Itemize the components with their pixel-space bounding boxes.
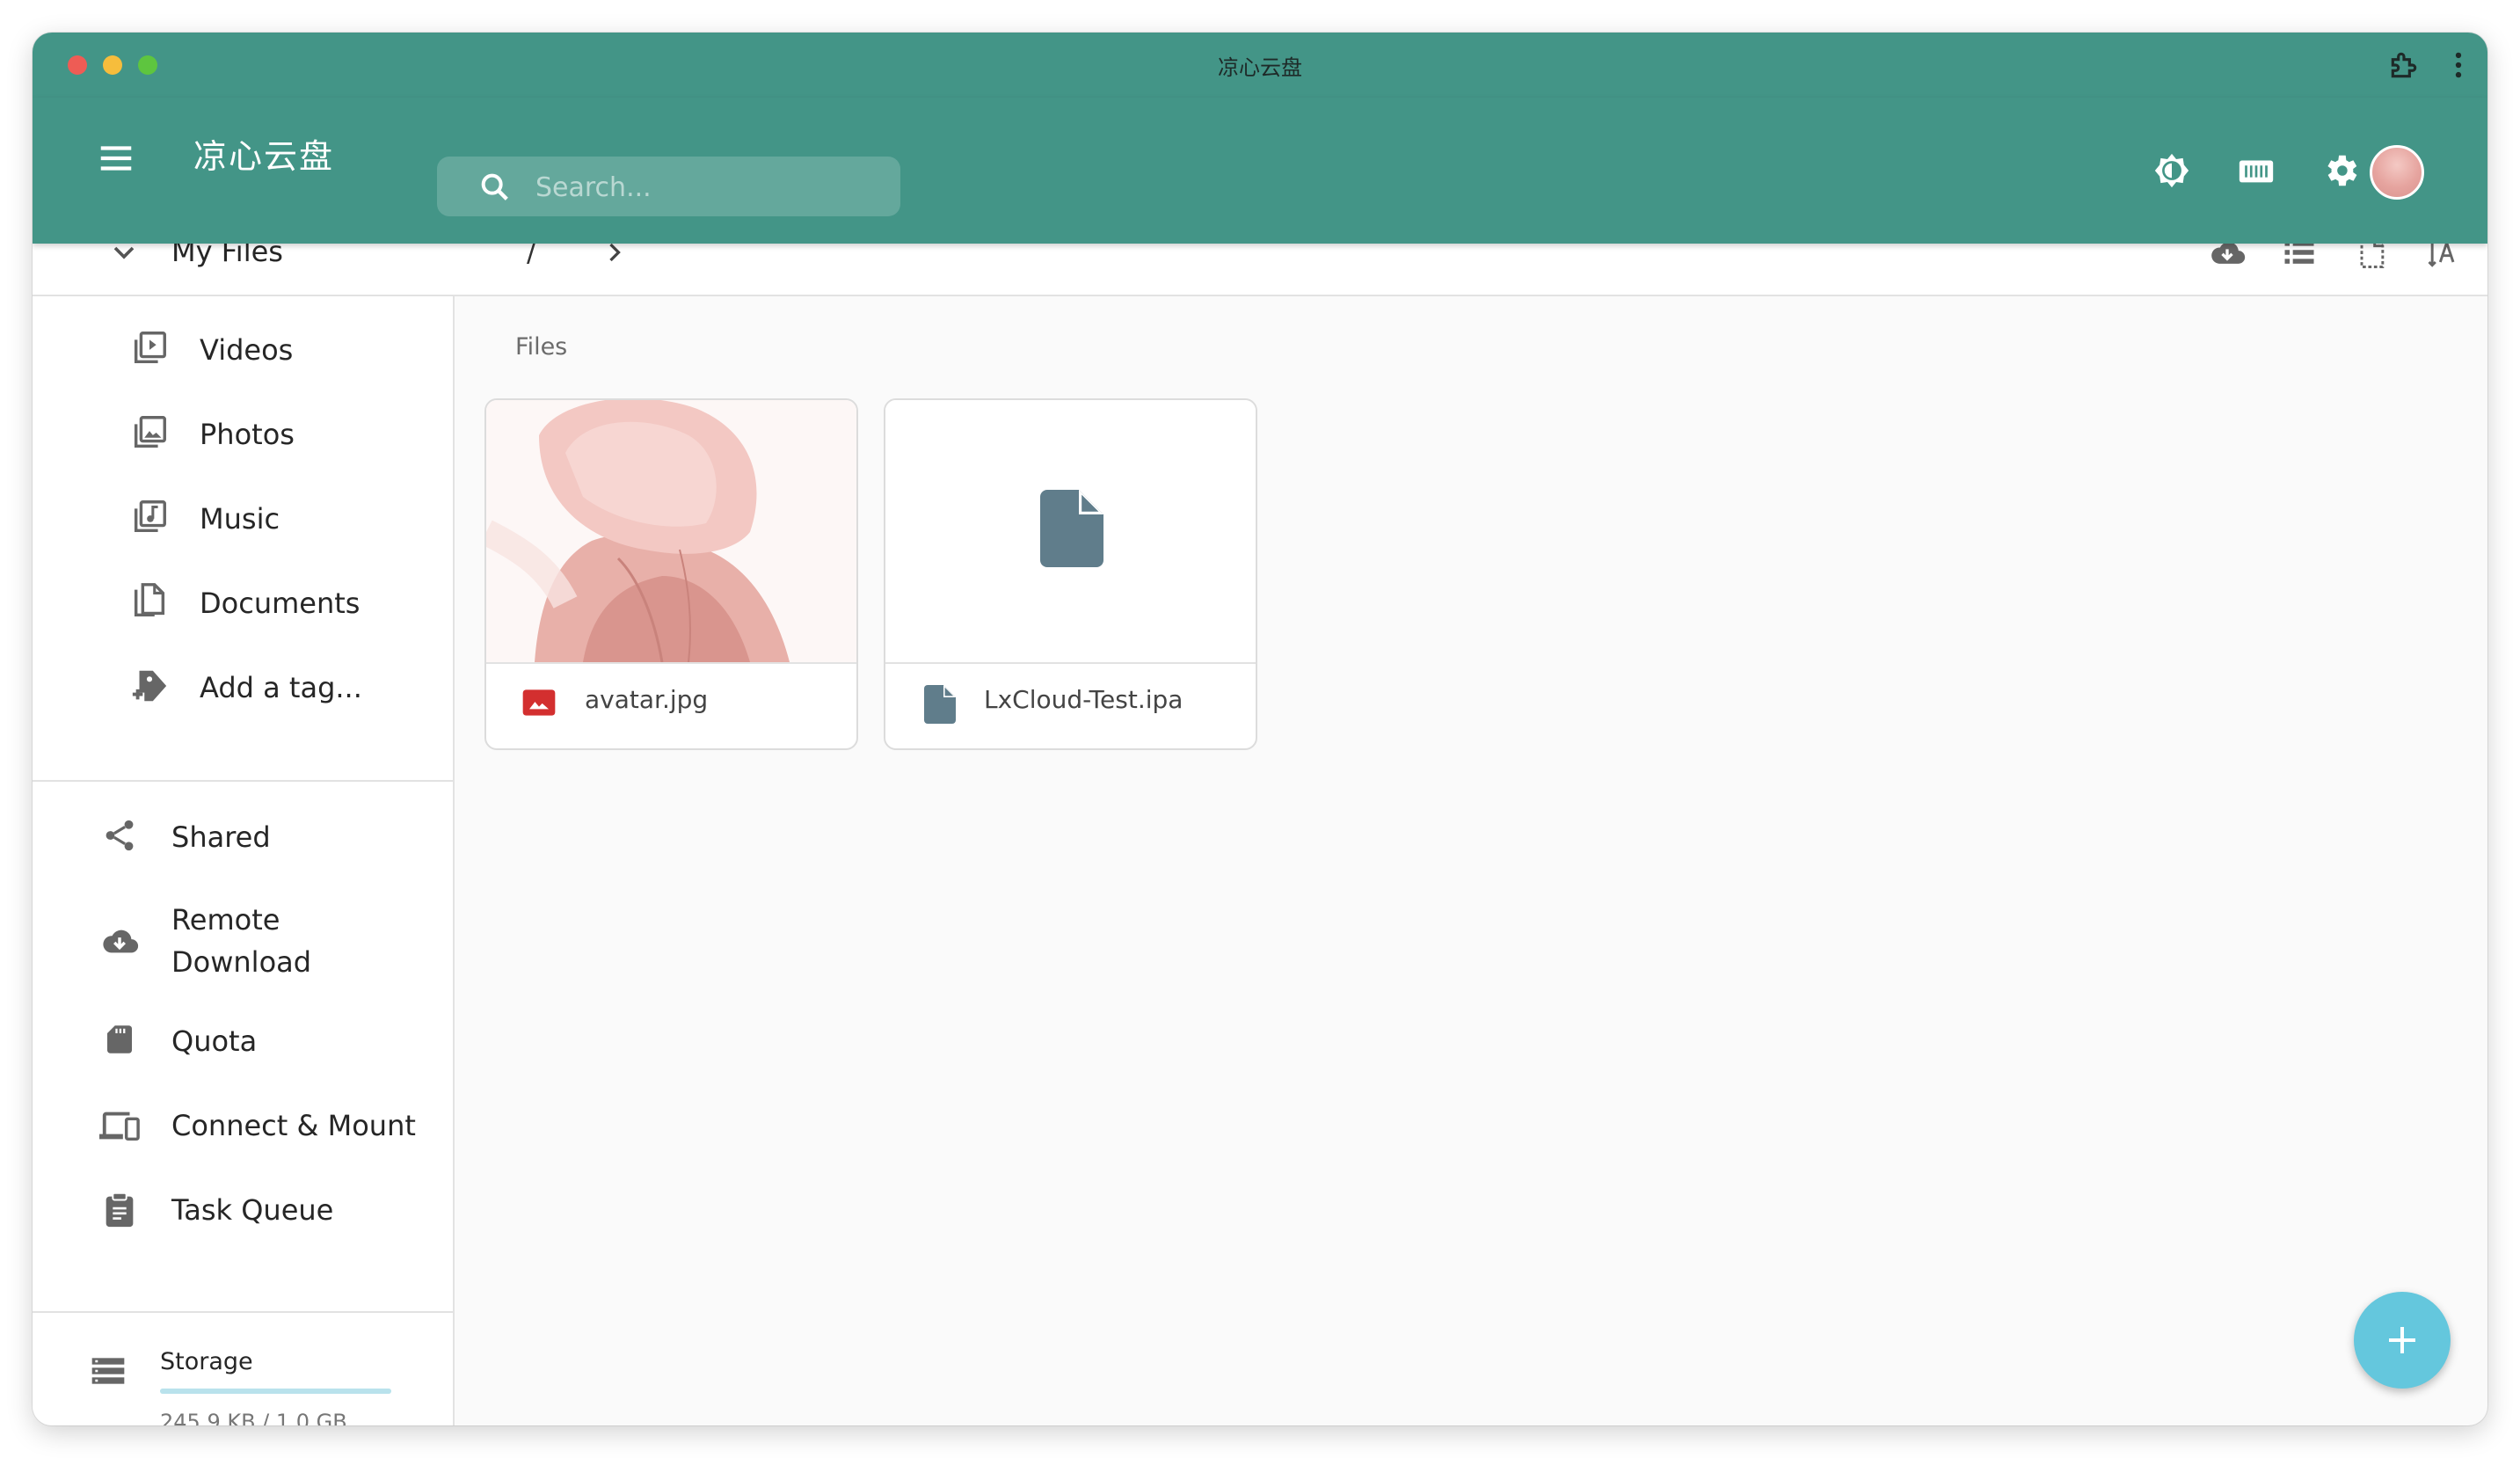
video-library-icon bbox=[134, 332, 166, 364]
app-window: 凉心云盘 凉心云盘 Search... My Files Videos Phot… bbox=[33, 33, 2487, 1425]
section-label: Files bbox=[515, 333, 568, 361]
sidebar-item-connect-mount[interactable]: Connect & Mount bbox=[33, 1091, 453, 1162]
sidebar-divider bbox=[33, 780, 453, 782]
storage-icon bbox=[91, 1358, 125, 1384]
sidebar-item-add-tag[interactable]: Add a tag... bbox=[33, 653, 453, 724]
sidebar-item-label: Connect & Mount bbox=[171, 1109, 416, 1142]
image-file-icon bbox=[522, 689, 556, 716]
file-card-ipa[interactable]: LxCloud-Test.ipa bbox=[884, 398, 1257, 750]
storage-panel[interactable]: Storage 245.9 KB / 1.0 GB bbox=[33, 1346, 453, 1425]
add-fab-button[interactable] bbox=[2354, 1292, 2451, 1389]
search-input[interactable] bbox=[534, 167, 871, 208]
music-library-icon bbox=[134, 500, 166, 533]
brightness-icon[interactable] bbox=[2152, 150, 2192, 191]
app-title: 凉心云盘 bbox=[193, 137, 335, 176]
file-card-avatar[interactable]: avatar.jpg bbox=[484, 398, 858, 750]
storage-progress-fill bbox=[160, 1389, 391, 1394]
storage-progress-bar bbox=[160, 1389, 391, 1394]
photo-library-icon bbox=[134, 416, 166, 448]
sidebar-item-music[interactable]: Music bbox=[33, 485, 453, 555]
clipboard-icon bbox=[106, 1192, 134, 1228]
user-avatar[interactable] bbox=[2370, 145, 2424, 200]
sidebar-divider bbox=[33, 295, 453, 296]
sidebar-item-label: Task Queue bbox=[171, 1193, 334, 1227]
storage-usage: 245.9 KB / 1.0 GB bbox=[160, 1410, 347, 1425]
card-divider bbox=[885, 662, 1256, 664]
search-box[interactable] bbox=[437, 157, 900, 216]
settings-gear-icon[interactable] bbox=[2320, 150, 2361, 191]
sidebar-item-label-line1: Remote bbox=[171, 903, 280, 937]
add-tag-icon bbox=[132, 670, 167, 702]
file-thumbnail bbox=[885, 400, 1256, 662]
sidebar-item-shared[interactable]: Shared bbox=[33, 803, 453, 873]
title-bar: 凉心云盘 bbox=[33, 33, 2487, 98]
sidebar-item-task-queue[interactable]: Task Queue bbox=[33, 1176, 453, 1246]
window-title: 凉心云盘 bbox=[1218, 55, 1302, 80]
sidebar-item-label: Shared bbox=[171, 820, 271, 854]
sidebar-item-label-line2: Download bbox=[171, 945, 312, 979]
sidebar: My Files Videos Photos Music Documents A… bbox=[33, 212, 455, 1425]
card-divider bbox=[486, 662, 856, 664]
file-name: avatar.jpg bbox=[585, 685, 709, 714]
sidebar-item-label: Music bbox=[200, 502, 280, 536]
sidebar-item-photos[interactable]: Photos bbox=[33, 400, 453, 470]
file-icon bbox=[924, 685, 956, 724]
sidebar-item-label: Videos bbox=[200, 333, 294, 367]
sidebar-item-label: Documents bbox=[200, 587, 361, 620]
sidebar-item-label: Quota bbox=[171, 1024, 258, 1058]
file-name: LxCloud-Test.ipa bbox=[984, 685, 1184, 714]
storage-label: Storage bbox=[160, 1348, 253, 1375]
search-icon bbox=[481, 173, 508, 200]
app-bar: 凉心云盘 bbox=[33, 98, 2487, 244]
sidebar-item-remote-download[interactable]: Remote Download bbox=[33, 886, 453, 995]
sidebar-item-documents[interactable]: Documents bbox=[33, 569, 453, 639]
keyboard-icon[interactable] bbox=[2236, 150, 2276, 191]
sidebar-item-label: Add a tag... bbox=[200, 671, 362, 704]
extension-icon[interactable] bbox=[2387, 48, 2421, 82]
sidebar-divider bbox=[33, 1311, 453, 1313]
documents-icon bbox=[134, 583, 165, 617]
image-thumbnail bbox=[486, 400, 856, 662]
devices-icon bbox=[99, 1112, 140, 1141]
sd-card-icon bbox=[107, 1025, 132, 1053]
sidebar-item-quota[interactable]: Quota bbox=[33, 1007, 453, 1077]
more-vertical-icon[interactable] bbox=[2442, 48, 2475, 82]
sidebar-item-videos[interactable]: Videos bbox=[33, 316, 453, 386]
menu-icon[interactable] bbox=[96, 138, 136, 179]
file-icon bbox=[1040, 490, 1103, 567]
cloud-download-icon bbox=[103, 929, 139, 953]
sidebar-item-label: Photos bbox=[200, 418, 295, 451]
share-icon bbox=[106, 820, 134, 851]
plus-icon bbox=[2389, 1327, 2415, 1353]
